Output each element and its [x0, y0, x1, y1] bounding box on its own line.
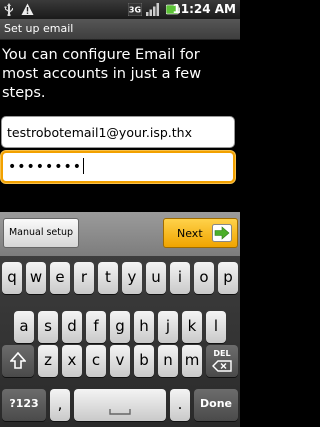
password-field[interactable]: •••••••• [1, 151, 235, 183]
key-g[interactable]: g [110, 311, 130, 343]
key-w[interactable]: w [26, 262, 46, 294]
key-i[interactable]: i [170, 262, 190, 294]
3g-icon: 3G [128, 3, 142, 16]
manual-setup-label: Manual setup [8, 227, 74, 238]
key-l[interactable]: l [206, 311, 226, 343]
period-key[interactable]: . [170, 389, 190, 421]
key-a[interactable]: a [14, 311, 34, 343]
usb-icon [4, 3, 13, 16]
button-bar: Manual setup Next [0, 212, 240, 256]
key-v[interactable]: v [110, 345, 130, 377]
email-value: testrobotemail1@your.isp.thx [7, 125, 192, 140]
backspace-icon [212, 360, 232, 372]
key-t[interactable]: t [98, 262, 118, 294]
signal-icon [146, 3, 159, 16]
delete-label: DEL [213, 349, 231, 358]
key-n[interactable]: n [158, 345, 178, 377]
key-d[interactable]: d [62, 311, 82, 343]
comma-key[interactable]: , [50, 389, 70, 421]
key-q[interactable]: q [2, 262, 22, 294]
title-bar: Set up email [0, 19, 240, 40]
key-b[interactable]: b [134, 345, 154, 377]
key-h[interactable]: h [134, 311, 154, 343]
email-field[interactable]: testrobotemail1@your.isp.thx [1, 116, 235, 148]
delete-key[interactable]: DEL [206, 345, 238, 377]
shift-arrow-icon [10, 352, 26, 369]
clock: 11:24 AM [172, 2, 236, 16]
key-j[interactable]: j [158, 311, 178, 343]
key-c[interactable]: c [86, 345, 106, 377]
status-bar: 3G 11:24 AM [0, 0, 240, 19]
key-k[interactable]: k [182, 311, 202, 343]
instruction-text: You can configure Email for most account… [2, 47, 202, 101]
arrow-right-icon [212, 224, 232, 242]
shift-key[interactable] [2, 345, 34, 377]
key-u[interactable]: u [146, 262, 166, 294]
next-button[interactable]: Next [163, 218, 238, 248]
key-z[interactable]: z [38, 345, 58, 377]
key-s[interactable]: s [38, 311, 58, 343]
key-x[interactable]: x [62, 345, 82, 377]
space-key[interactable] [74, 389, 166, 421]
soft-keyboard: q w e r t y u i o p a s d f g h j k l z … [0, 256, 240, 427]
key-e[interactable]: e [50, 262, 70, 294]
text-cursor [83, 158, 85, 174]
key-m[interactable]: m [182, 345, 202, 377]
page-title: Set up email [4, 22, 74, 35]
symbols-key[interactable]: ?123 [2, 389, 46, 421]
key-y[interactable]: y [122, 262, 142, 294]
warning-icon [21, 3, 34, 15]
manual-setup-button[interactable]: Manual setup [3, 218, 79, 248]
password-value: •••••••• [8, 159, 83, 175]
next-label: Next [177, 227, 203, 240]
done-key[interactable]: Done [194, 389, 238, 421]
space-bar-icon [109, 409, 131, 415]
key-r[interactable]: r [74, 262, 94, 294]
key-p[interactable]: p [218, 262, 238, 294]
svg-text:3G: 3G [129, 6, 141, 15]
key-f[interactable]: f [86, 311, 106, 343]
key-o[interactable]: o [194, 262, 214, 294]
